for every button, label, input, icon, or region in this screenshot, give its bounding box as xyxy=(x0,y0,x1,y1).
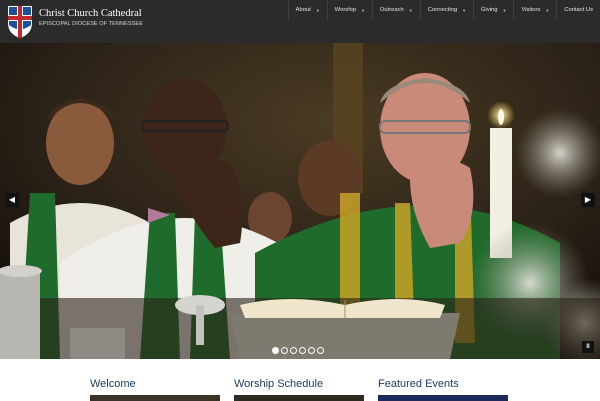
site-subtitle: EPISCOPAL DIOCESE OF TENNESSEE xyxy=(39,21,143,27)
featured-events-thumbnail[interactable] xyxy=(378,395,508,401)
nav-item-worship[interactable]: Worship ▼ xyxy=(326,0,372,20)
site-title[interactable]: Christ Church Cathedral xyxy=(39,8,142,19)
chevron-down-icon: ▼ xyxy=(462,7,467,13)
slider-prev-button[interactable]: ◀ xyxy=(5,193,19,207)
slider-dot-6[interactable] xyxy=(317,347,324,354)
featured-events-section: Featured Events xyxy=(378,378,508,401)
worship-schedule-thumbnail[interactable] xyxy=(234,395,364,401)
pause-icon[interactable]: II xyxy=(582,341,594,353)
slider-next-button[interactable]: ▶ xyxy=(581,193,595,207)
featured-sections: Welcome Worship Schedule Featured Events xyxy=(0,359,600,401)
nav-item-label: Worship xyxy=(334,7,356,13)
diocese-shield-logo[interactable] xyxy=(7,3,33,39)
nav-item-outreach[interactable]: Outreach ▼ xyxy=(371,0,420,20)
slider-dot-5[interactable] xyxy=(308,347,315,354)
nav-item-connecting[interactable]: Connecting ▼ xyxy=(419,0,473,20)
nav-item-label: Connecting xyxy=(427,7,458,13)
chevron-down-icon: ▼ xyxy=(502,7,507,13)
hero-photo-clergy-at-altar xyxy=(0,43,600,359)
chevron-down-icon: ▼ xyxy=(360,7,365,13)
welcome-section: Welcome xyxy=(90,378,220,401)
welcome-thumbnail[interactable] xyxy=(90,395,220,401)
slider-dot-2[interactable] xyxy=(281,347,288,354)
hero-slider[interactable]: ◀ ▶ II xyxy=(0,43,600,359)
chevron-down-icon: ▼ xyxy=(545,7,550,13)
chevron-down-icon: ▼ xyxy=(408,7,413,13)
slider-pagination xyxy=(272,347,324,354)
site-header: Christ Church Cathedral EPISCOPAL DIOCES… xyxy=(0,0,600,43)
worship-schedule-section: Worship Schedule xyxy=(234,378,364,401)
nav-item-giving[interactable]: Giving ▼ xyxy=(473,0,513,20)
nav-item-label: Outreach xyxy=(379,7,404,13)
nav-item-label: Giving xyxy=(481,7,498,13)
chevron-down-icon: ▼ xyxy=(315,7,320,13)
slider-dot-3[interactable] xyxy=(290,347,297,354)
nav-item-label: About xyxy=(295,7,311,13)
section-heading-featured-events[interactable]: Featured Events xyxy=(378,378,508,390)
nav-item-visitors[interactable]: Visitors ▼ xyxy=(513,0,556,20)
nav-item-label: Visitors xyxy=(521,7,541,13)
slider-dot-1[interactable] xyxy=(272,347,279,354)
nav-item-about[interactable]: About ▼ xyxy=(287,0,327,20)
section-heading-welcome[interactable]: Welcome xyxy=(90,378,220,390)
slider-dot-4[interactable] xyxy=(299,347,306,354)
nav-item-contact[interactable]: Contact Us xyxy=(556,0,600,20)
nav-item-label: Contact Us xyxy=(564,7,593,13)
main-nav: About ▼ Worship ▼ Outreach ▼ Connecting … xyxy=(287,0,600,20)
section-heading-worship-schedule[interactable]: Worship Schedule xyxy=(234,378,364,390)
